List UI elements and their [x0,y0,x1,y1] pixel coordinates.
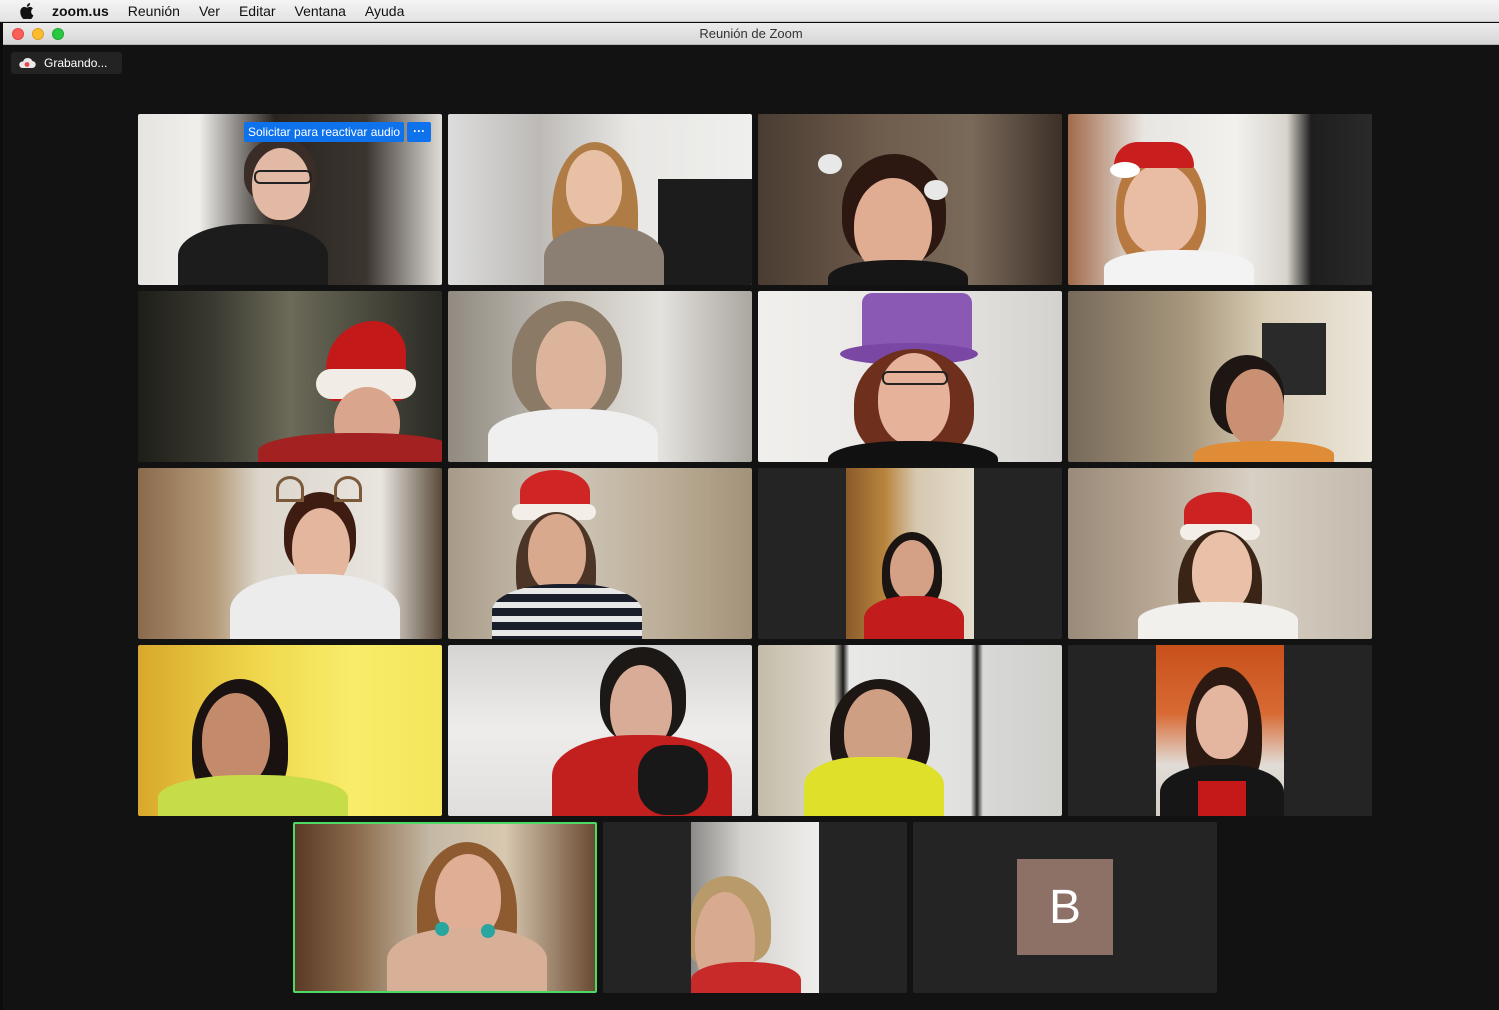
participant-video [758,114,1062,285]
participant-video-tile[interactable] [448,291,752,462]
active-speaker-video-tile[interactable] [293,822,597,993]
cloud-record-icon [19,57,36,69]
participant-video-tile[interactable] [758,468,1062,639]
participant-video [295,824,595,991]
zoom-window: Reunión de Zoom Grabando... Solicitar pa… [3,23,1499,1010]
participant-video-tile[interactable] [1068,114,1372,285]
participant-video-tile[interactable] [1068,291,1372,462]
menu-ventana[interactable]: Ventana [295,3,346,19]
participant-video [1068,468,1372,639]
more-options-button[interactable]: ··· [407,122,432,142]
participant-video [1156,645,1284,816]
recording-label: Grabando... [44,56,108,70]
close-window-button[interactable] [12,28,24,40]
participant-video-tile[interactable] [138,291,442,462]
title-bar[interactable]: Reunión de Zoom [3,23,1499,45]
participant-video [758,291,1062,462]
participant-video [138,291,442,462]
participant-video [448,114,752,285]
participant-tile-no-video[interactable]: B [913,822,1217,993]
participant-video [138,645,442,816]
participant-video [1068,114,1372,285]
participant-video [138,468,442,639]
menu-bar: zoom.us Reunión Ver Editar Ventana Ayuda [0,0,1499,22]
maximize-window-button[interactable] [52,28,64,40]
menu-ayuda[interactable]: Ayuda [365,3,404,19]
participant-video [448,291,752,462]
participant-video-tile[interactable] [603,822,907,993]
participant-video [691,822,819,993]
menu-editar[interactable]: Editar [239,3,276,19]
window-title: Reunión de Zoom [699,26,803,41]
participant-video-tile[interactable] [448,114,752,285]
participant-video-tile[interactable] [448,645,752,816]
participant-video-tile[interactable] [138,468,442,639]
participant-video [448,468,752,639]
participant-video [758,645,1062,816]
participant-video-tile[interactable] [138,645,442,816]
participant-video [448,645,752,816]
recording-indicator[interactable]: Grabando... [11,52,122,74]
participant-video-tile[interactable] [448,468,752,639]
participant-video-tile[interactable] [1068,645,1372,816]
minimize-window-button[interactable] [32,28,44,40]
mute-banner: Solicitar para reactivar audio ··· [244,122,432,142]
request-unmute-button[interactable]: Solicitar para reactivar audio [244,122,405,142]
participant-video-tile[interactable] [758,291,1062,462]
menu-ver[interactable]: Ver [199,3,220,19]
participant-video-tile[interactable] [758,114,1062,285]
menu-reunion[interactable]: Reunión [128,3,180,19]
menu-app-name[interactable]: zoom.us [52,3,109,19]
participant-video [846,468,974,639]
participant-video-tile[interactable] [1068,468,1372,639]
participant-video-tile[interactable] [758,645,1062,816]
avatar: B [1017,859,1113,955]
participant-video [1068,291,1372,462]
participant-video-tile[interactable]: Solicitar para reactivar audio ··· [138,114,442,285]
apple-menu-icon[interactable] [18,0,36,22]
